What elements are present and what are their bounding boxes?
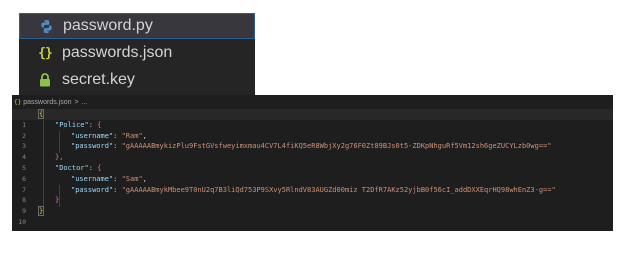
code-area[interactable]: 1 { 2 "Police": { 3 "username": "Ram", 4…: [12, 109, 613, 226]
json-key: "username": [71, 131, 114, 140]
json-open-brace: {: [97, 120, 102, 129]
json-key: "password": [71, 185, 114, 194]
breadcrumb-separator: >: [74, 98, 79, 106]
file-item-secret-key[interactable]: secret.key: [19, 67, 255, 93]
json-braces-icon: {}: [38, 45, 53, 61]
json-open-brace: {: [97, 163, 102, 172]
breadcrumb-file[interactable]: passwords.json: [23, 99, 71, 106]
json-close-brace: }: [55, 196, 60, 205]
json-key: "Police": [55, 120, 89, 129]
code-line: 4 "password": "gAAAAABmykizPlu9FstGVsfwe…: [12, 141, 613, 161]
lock-icon: [37, 72, 53, 88]
json-close-brace: }: [37, 206, 45, 217]
code-line: 5 },: [12, 152, 613, 172]
file-item-password-py[interactable]: password.py: [19, 13, 255, 39]
code-line: 7 "username": "Sam",: [12, 174, 613, 194]
breadcrumb-ellipsis[interactable]: ...: [82, 99, 88, 106]
json-key: "Doctor": [55, 163, 89, 172]
code-line: 9 }: [12, 195, 613, 215]
file-item-passwords-json[interactable]: {} passwords.json: [19, 40, 255, 66]
breadcrumb: {} passwords.json > ...: [12, 97, 87, 107]
json-close-brace: },: [55, 153, 64, 162]
json-key: "username": [71, 174, 114, 183]
code-line: 2 "Police": {: [12, 120, 613, 140]
code-line: 8 "password": "gAAAAABmykMbee9T0nU2q7B3l…: [12, 185, 613, 205]
code-editor[interactable]: {} passwords.json > ... 1 { 2 "Police": …: [12, 95, 613, 231]
code-line: 3 "username": "Ram",: [12, 131, 613, 151]
json-string: "gAAAAABmykMbee9T0nU2q7B3liQd753P9SXvy5R…: [121, 185, 556, 194]
code-line: 1 {: [12, 109, 613, 129]
file-explorer: password.py {} passwords.json secret.key: [19, 13, 255, 95]
line-number: 10: [18, 217, 26, 226]
code-line: 10 }: [12, 206, 613, 226]
file-name: password.py: [63, 17, 153, 34]
file-name: passwords.json: [62, 44, 173, 61]
json-string: "Sam": [121, 174, 143, 183]
json-string: "Ram": [121, 131, 143, 140]
python-icon: [38, 18, 54, 34]
json-string: "gAAAAABmykizPlu9FstGVsfweyimxmau4CV7L4f…: [121, 142, 552, 151]
json-braces-icon: {}: [14, 98, 22, 106]
json-open-brace: {: [37, 109, 45, 119]
file-name: secret.key: [62, 71, 135, 88]
code-line: 6 "Doctor": {: [12, 163, 613, 183]
json-key: "password": [71, 142, 114, 151]
